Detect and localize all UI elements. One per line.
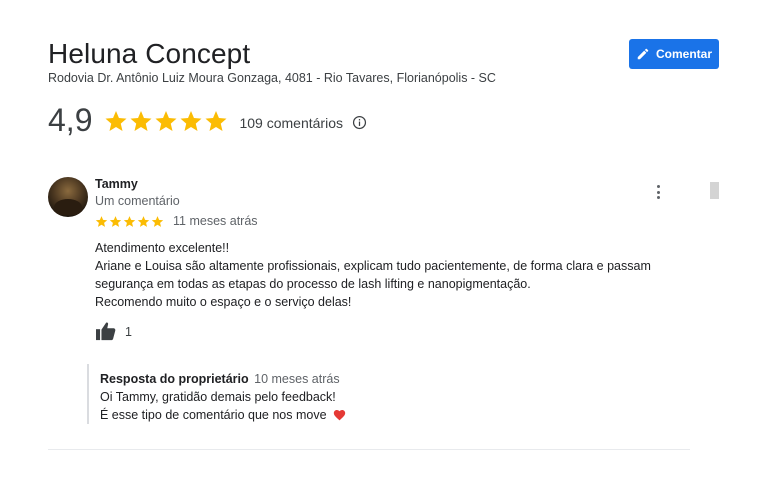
like-row: 1 [95, 321, 132, 341]
more-vert-icon[interactable] [650, 183, 666, 201]
business-name: Heluna Concept [48, 38, 251, 69]
owner-reply-date: 10 meses atrás [254, 372, 340, 386]
rating-stars [104, 109, 228, 133]
star-icon [137, 215, 150, 227]
comment-button-label: Comentar [655, 47, 712, 61]
rating-summary: 4,9 109 comentários [48, 102, 367, 139]
review-rating-row: 11 meses atrás [95, 214, 258, 228]
review-text-line: segurança em todas as etapas do processo… [95, 277, 531, 291]
info-icon[interactable] [352, 115, 367, 130]
star-icon [151, 215, 164, 227]
review-text-line: Recomendo muito o espaço e o serviço del… [95, 295, 352, 309]
star-icon [105, 110, 127, 131]
star-icon [155, 110, 177, 131]
like-count: 1 [125, 325, 132, 339]
owner-reply-line: Oi Tammy, gratidão demais pelo feedback! [100, 390, 336, 404]
divider [48, 449, 690, 450]
owner-reply-line: É esse tipo de comentário que nos move [100, 408, 327, 422]
star-icon [123, 215, 136, 227]
star-icon [130, 110, 152, 131]
reviewer-name[interactable]: Tammy [95, 177, 138, 191]
reviewer-review-count: Um comentário [95, 194, 180, 208]
review-date: 11 meses atrás [173, 214, 258, 228]
star-icon [205, 110, 227, 131]
star-icon [95, 215, 108, 227]
review-stars [95, 215, 164, 228]
comment-button[interactable]: Comentar [629, 39, 719, 69]
review-text-line: Ariane e Louisa são altamente profission… [95, 259, 651, 273]
star-icon [109, 215, 122, 227]
pencil-icon [637, 48, 649, 60]
review-text: Atendimento excelente!! Ariane e Louisa … [95, 239, 685, 311]
rating-value: 4,9 [48, 102, 93, 138]
star-icon [180, 110, 202, 131]
heart-icon [333, 409, 346, 421]
avatar[interactable] [48, 177, 88, 217]
thumbs-up-icon[interactable] [95, 321, 117, 341]
review-count-link[interactable]: 109 comentários [239, 115, 343, 131]
business-address: Rodovia Dr. Antônio Luiz Moura Gonzaga, … [48, 71, 496, 85]
review-text-line: Atendimento excelente!! [95, 241, 230, 255]
owner-reply: Resposta do proprietário 10 meses atrás … [87, 364, 346, 424]
scrollbar-thumb[interactable] [710, 182, 719, 199]
reviews-panel: Heluna Concept Rodovia Dr. Antônio Luiz … [0, 0, 768, 488]
owner-reply-label: Resposta do proprietário [100, 372, 249, 386]
